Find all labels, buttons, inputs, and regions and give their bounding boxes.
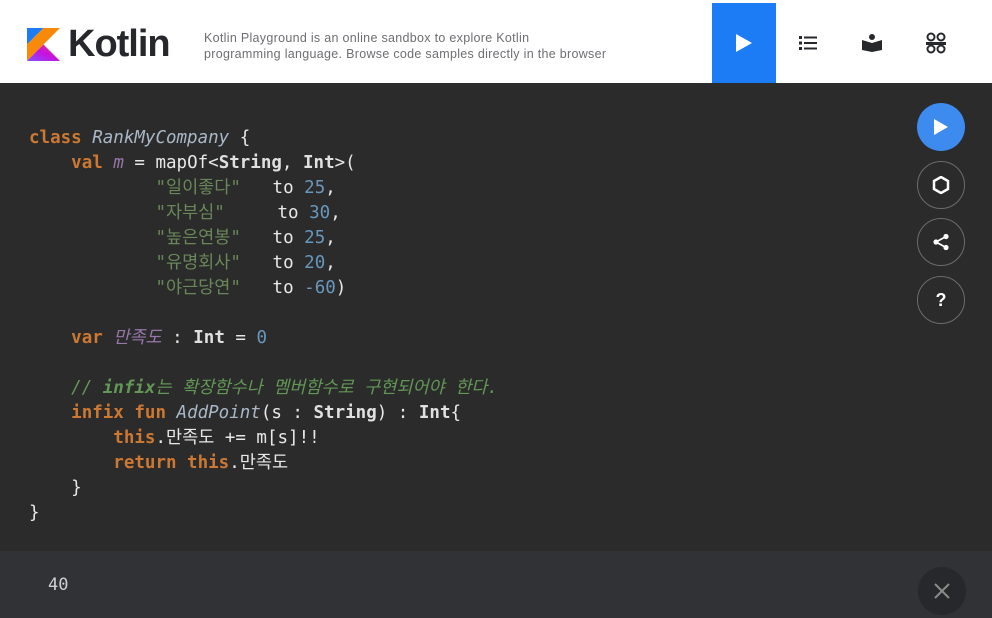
code-line-3: "일이좋다" to 25, [155, 178, 336, 198]
code-line-15: } [71, 478, 82, 498]
help-button[interactable]: ? [917, 276, 965, 324]
code-line-13: this.만족도 += m[s]!! [113, 428, 320, 448]
book-icon [862, 34, 882, 52]
code-line-5: "높은연봉" to 25, [155, 228, 336, 248]
close-icon [934, 583, 950, 599]
output-panel [0, 551, 992, 618]
list-icon [799, 36, 817, 50]
close-output-button[interactable] [918, 567, 966, 615]
community-button[interactable] [904, 3, 968, 83]
share-icon [933, 233, 949, 251]
code-line-9: var 만족도 : Int = 0 [71, 328, 268, 348]
tagline: Kotlin Playground is an online sandbox t… [204, 30, 684, 62]
editor-run-button[interactable] [917, 103, 965, 151]
share-button[interactable] [917, 218, 965, 266]
code-line-2: val m = mapOf<String, Int>( [71, 153, 356, 173]
top-bar: Kotlin Kotlin Playground is an online sa… [0, 0, 992, 83]
code-line-1: class RankMyCompany { [29, 128, 251, 148]
tagline-line-1: Kotlin Playground is an online sandbox t… [204, 31, 530, 45]
tagline-line-2: programming language. Browse code sample… [204, 47, 607, 61]
run-button[interactable] [712, 3, 776, 83]
help-icon: ? [935, 289, 947, 310]
code-line-14: return this.만족도 [113, 453, 289, 473]
logo-text: Kotlin [68, 23, 171, 65]
code-line-6: "유명회사" to 20, [155, 253, 336, 273]
code-line-12: infix fun AddPoint(s : String) : Int{ [71, 403, 462, 423]
code-line-7: "야근당연" to -60) [155, 278, 347, 298]
code-line-16: } [29, 503, 40, 523]
community-icon [926, 32, 946, 54]
code-line-4: "자부심" to 30, [155, 203, 341, 223]
output-text: 40 [48, 575, 69, 595]
kotlin-logo[interactable]: Kotlin [27, 25, 187, 63]
target-platform-button[interactable] [917, 161, 965, 209]
code-line-11: // infix는 확장함수나 멤버함수로 구현되어야 한다. [71, 378, 498, 398]
learn-button[interactable] [840, 3, 904, 83]
kotlin-logo-icon [27, 27, 60, 61]
play-icon [934, 119, 948, 135]
play-icon [736, 34, 752, 52]
examples-button[interactable] [776, 3, 840, 83]
target-icon [932, 176, 950, 194]
code-area[interactable]: class RankMyCompany { val m = mapOf<Stri… [29, 126, 498, 526]
